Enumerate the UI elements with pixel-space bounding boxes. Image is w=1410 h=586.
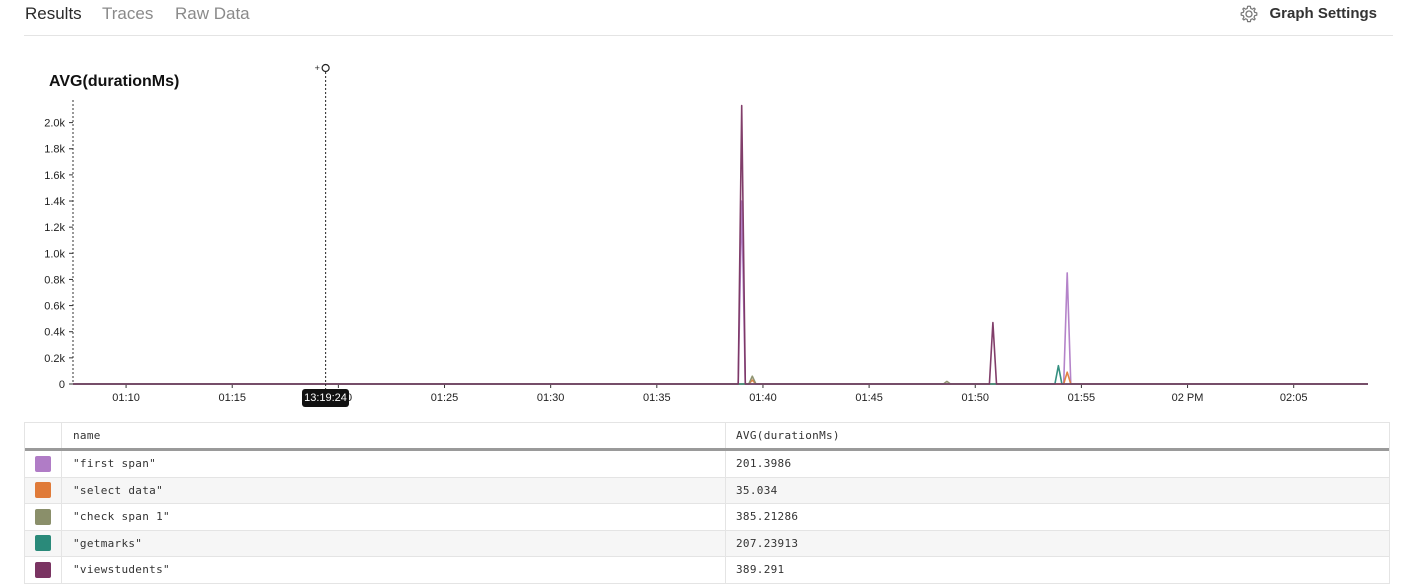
column-header-name[interactable]: name	[62, 423, 726, 448]
x-tick-label: 01:40	[749, 392, 777, 404]
row-value: 207.23913	[736, 536, 799, 550]
y-tick-label: 2.0k	[44, 118, 65, 130]
row-name: "getmarks"	[62, 530, 726, 556]
y-tick-label: 1.6k	[44, 170, 65, 182]
table-header-row: name AVG(durationMs)	[25, 423, 1389, 451]
series-color-swatch[interactable]	[35, 508, 51, 525]
y-tick-label: 0	[59, 379, 65, 391]
row-value: 389.291	[736, 563, 785, 577]
x-tick-label: 01:10	[112, 392, 140, 404]
series-line	[73, 371, 1368, 385]
x-tick-label: 02 PM	[1172, 392, 1204, 404]
x-tick-label: 01:25	[431, 392, 459, 404]
x-tick-label: 01:30	[537, 392, 565, 404]
x-tick-label: 01:50	[961, 392, 989, 404]
row-value: 35.034	[736, 483, 778, 497]
hover-time-tooltip: 13:19:24	[302, 389, 349, 407]
series-line	[73, 200, 1368, 385]
y-tick-label: 0.4k	[44, 327, 65, 339]
y-tick-label: 0.6k	[44, 301, 65, 313]
table-row[interactable]: "viewstudents" 389.291	[25, 557, 1389, 584]
y-tick-label: 1.8k	[44, 144, 65, 156]
header-swatch-cell	[25, 423, 62, 448]
x-tick-label: 01:35	[643, 392, 671, 404]
series-color-swatch[interactable]	[35, 482, 51, 499]
y-tick-label: 0.2k	[44, 353, 65, 365]
series-color-swatch[interactable]	[35, 535, 51, 552]
y-tick-label: 1.2k	[44, 222, 65, 234]
series-line	[73, 375, 1368, 385]
row-value: 201.3986	[736, 457, 792, 471]
duration-chart[interactable]: 0 0.2k 0.4k 0.6k 0.8k 1.0k 1.2k 1.4k 1.6k 1.8k 2.0…	[0, 0, 1410, 420]
y-tick-label: 1.0k	[44, 248, 65, 260]
table-row[interactable]: "first span" 201.3986	[25, 451, 1389, 478]
hover-handle	[321, 63, 330, 73]
row-name: "viewstudents"	[62, 557, 726, 583]
series-color-swatch[interactable]	[35, 455, 51, 472]
hover-plus: +	[315, 63, 320, 73]
row-name: "select data"	[62, 477, 726, 503]
y-tick-label: 0.8k	[44, 274, 65, 286]
series-line	[73, 104, 1368, 385]
y-tick-label: 1.4k	[44, 196, 65, 208]
x-tick-label: 02:05	[1280, 392, 1308, 404]
x-tick-label: 01:55	[1068, 392, 1096, 404]
series-color-swatch[interactable]	[35, 561, 51, 578]
row-name: "first span"	[62, 451, 726, 477]
results-table: name AVG(durationMs) "first span" 201.39…	[24, 422, 1390, 584]
series-line	[73, 364, 1368, 385]
table-row[interactable]: "select data" 35.034	[25, 477, 1389, 504]
row-value: 385.21286	[736, 510, 799, 524]
table-row[interactable]: "check span 1" 385.21286	[25, 504, 1389, 531]
row-name: "check span 1"	[62, 504, 726, 530]
x-tick-label: 01:45	[855, 392, 883, 404]
column-header-value[interactable]: AVG(durationMs)	[726, 423, 1389, 448]
x-tick-label: 01:15	[218, 392, 246, 404]
table-row[interactable]: "getmarks" 207.23913	[25, 530, 1389, 557]
